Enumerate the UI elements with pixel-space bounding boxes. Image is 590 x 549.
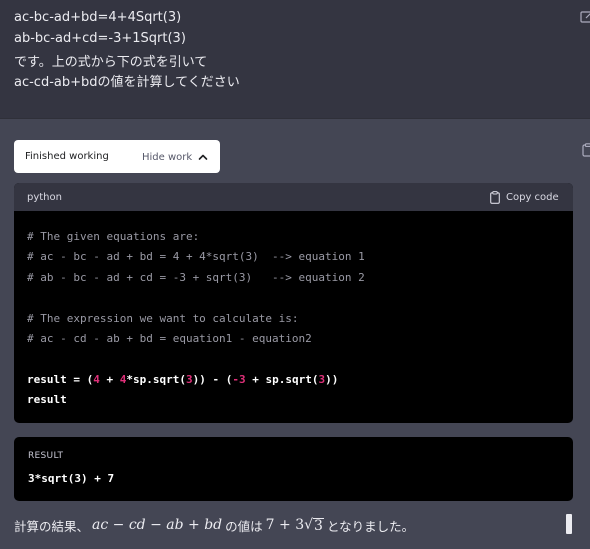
code-line: result = (4 + 4*sp.sqrt(3)) - (-3 + sp.s… xyxy=(27,373,338,386)
answer-text: 計算の結果、 ac − cd − ab + bd の値は 7 + 3 √ 3 となり… xyxy=(14,514,554,536)
code-line: result xyxy=(27,393,67,406)
code-token: )) xyxy=(325,373,339,386)
code-token: result = ( xyxy=(27,373,94,386)
clipboard-icon[interactable] xyxy=(582,143,590,157)
chevron-up-icon xyxy=(198,154,208,160)
work-status-label: Finished working xyxy=(25,151,109,162)
hide-work-button[interactable]: Hide work xyxy=(142,147,208,167)
copy-code-label: Copy code xyxy=(506,191,559,203)
answer-value-integer: 7 + 3 xyxy=(265,517,305,533)
code-language-label: python xyxy=(27,192,62,203)
user-message: ac-bc-ad+bd=4+4Sqrt(3) ab-bc-ad+cd=-3+1S… xyxy=(0,0,590,119)
code-line: # The expression we want to calculate is… xyxy=(27,312,299,325)
clipboard-icon xyxy=(490,190,500,204)
code-token: *sp.sqrt( xyxy=(126,373,186,386)
answer-middle: の値は xyxy=(225,518,263,534)
user-message-line: ac-bc-ad+bd=4+4Sqrt(3) xyxy=(14,10,182,25)
result-value: 3*sqrt(3) + 7 xyxy=(28,472,115,485)
edit-icon[interactable] xyxy=(580,10,590,24)
code-line: # ac - bc - ad + bd = 4 + 4*sqrt(3) --> … xyxy=(27,250,365,263)
assistant-message: Finished working Hide work python Copy c… xyxy=(0,119,590,549)
radical-sign: √ xyxy=(304,517,314,533)
result-block: RESULT 3*sqrt(3) + 7 xyxy=(14,437,573,501)
hide-work-label: Hide work xyxy=(142,151,193,163)
code-number: -3 xyxy=(232,373,246,386)
user-message-line: ac-cd-ab+bdの値を計算してください xyxy=(14,75,240,90)
answer-prefix: 計算の結果、 xyxy=(14,518,90,534)
code-block-header: python Copy code xyxy=(14,183,573,211)
copy-code-button[interactable]: Copy code xyxy=(490,189,559,205)
code-number: 3 xyxy=(185,373,193,386)
code-block: python Copy code # The given equations a… xyxy=(14,183,573,423)
answer-value: 7 + 3 √ 3 xyxy=(266,517,324,533)
code-token: + sp.sqrt( xyxy=(245,373,319,386)
code-token: )) - ( xyxy=(192,373,233,386)
sqrt-symbol: √ 3 xyxy=(304,517,324,533)
result-label: RESULT xyxy=(28,451,64,461)
user-message-line: です。上の式から下の式を引いて xyxy=(14,55,208,70)
typing-cursor xyxy=(566,514,572,534)
user-message-line: ab-bc-ad+cd=-3+1Sqrt(3) xyxy=(14,31,186,46)
work-status-panel: Finished working Hide work xyxy=(14,140,220,173)
answer-expression: ac − cd − ab + bd xyxy=(92,517,223,533)
code-token: + xyxy=(99,373,120,386)
code-line: # ac - cd - ab + bd = equation1 - equati… xyxy=(27,332,312,345)
code-line: # The given equations are: xyxy=(27,230,200,243)
code-number: 4 xyxy=(93,373,100,386)
chat-page: ac-bc-ad+bd=4+4Sqrt(3) ab-bc-ad+cd=-3+1S… xyxy=(0,0,590,549)
code-line: # ab - bc - ad + cd = -3 + sqrt(3) --> e… xyxy=(27,271,365,284)
answer-suffix: となりました。 xyxy=(326,518,415,534)
answer-radicand: 3 xyxy=(313,518,324,534)
